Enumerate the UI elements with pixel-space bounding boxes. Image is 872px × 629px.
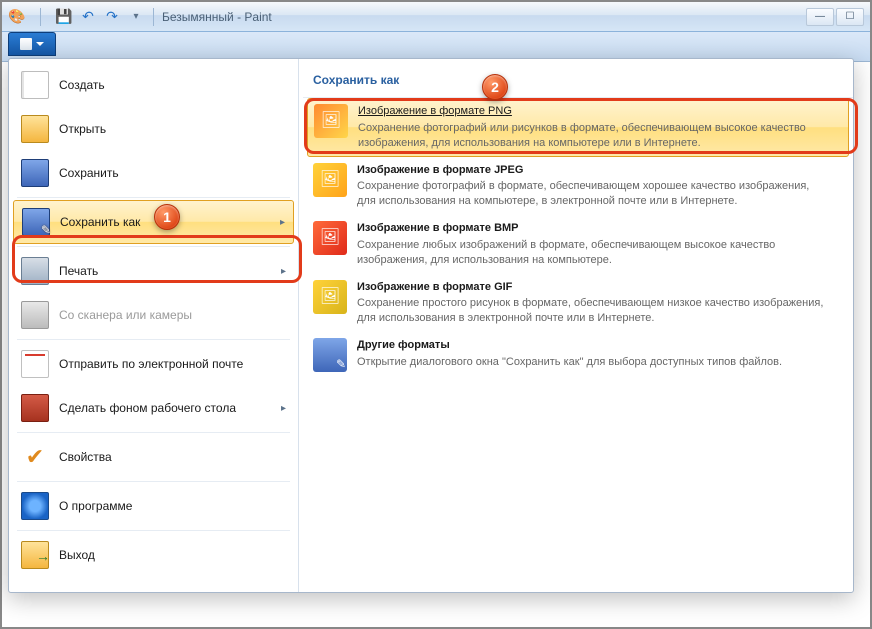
menu-item-about[interactable]: О программе bbox=[9, 484, 298, 528]
menu-divider bbox=[17, 339, 290, 340]
format-desc: Сохранение фотографий или рисунков в фор… bbox=[358, 121, 828, 151]
format-desc: Открытие диалогового окна "Сохранить как… bbox=[357, 355, 782, 370]
undo-icon[interactable]: ↶ bbox=[79, 8, 97, 26]
menu-item-scanner: Со сканера или камеры bbox=[9, 293, 298, 337]
format-option-other[interactable]: Другие форматы Открытие диалогового окна… bbox=[303, 332, 853, 378]
minimize-button[interactable]: — bbox=[806, 8, 834, 26]
menu-item-label: Печать bbox=[59, 264, 98, 278]
menu-item-save[interactable]: Сохранить bbox=[9, 151, 298, 195]
save-as-submenu: Сохранить как 🖼 Изображение в формате PN… bbox=[299, 59, 853, 592]
chevron-right-icon: ▸ bbox=[281, 266, 286, 277]
menu-divider bbox=[17, 481, 290, 482]
menu-item-label: Свойства bbox=[59, 450, 112, 464]
menu-item-properties[interactable]: ✔ Свойства bbox=[9, 435, 298, 479]
format-desc: Сохранение простого рисунок в формате, о… bbox=[357, 296, 827, 326]
format-text: Изображение в формате JPEG Сохранение фо… bbox=[357, 163, 827, 210]
menu-item-label: Сохранить как bbox=[60, 215, 140, 229]
maximize-button[interactable]: ☐ bbox=[836, 8, 864, 26]
printer-icon bbox=[21, 257, 49, 285]
menu-item-exit[interactable]: Выход bbox=[9, 533, 298, 577]
menu-item-label: Сделать фоном рабочего стола bbox=[59, 401, 236, 415]
format-desc: Сохранение фотографий в формате, обеспеч… bbox=[357, 179, 827, 209]
file-menu-panel: Создать Открыть Сохранить Сохранить как … bbox=[8, 58, 854, 593]
format-title: Другие форматы bbox=[357, 338, 782, 353]
file-tab-doc-icon bbox=[20, 38, 32, 50]
save-as-header: Сохранить как bbox=[303, 67, 853, 98]
jpeg-format-icon: 🖼 bbox=[313, 163, 347, 197]
menu-item-print[interactable]: Печать ▸ bbox=[9, 249, 298, 293]
chevron-right-icon: ▸ bbox=[280, 217, 285, 228]
gif-format-icon: 🖼 bbox=[313, 280, 347, 314]
checkmark-icon: ✔ bbox=[21, 443, 49, 471]
format-desc: Сохранение любых изображений в формате, … bbox=[357, 238, 827, 268]
format-title: Изображение в формате BMP bbox=[357, 221, 827, 236]
menu-item-label: Отправить по электронной почте bbox=[59, 357, 243, 371]
menu-divider bbox=[17, 530, 290, 531]
format-option-jpeg[interactable]: 🖼 Изображение в формате JPEG Сохранение … bbox=[303, 157, 853, 216]
chevron-down-icon bbox=[36, 42, 44, 46]
chevron-right-icon: ▸ bbox=[281, 403, 286, 414]
scanner-icon bbox=[21, 301, 49, 329]
menu-item-label: Со сканера или камеры bbox=[59, 308, 192, 322]
format-text: Изображение в формате PNG Сохранение фот… bbox=[358, 104, 828, 151]
menu-divider bbox=[17, 246, 290, 247]
open-folder-icon bbox=[21, 115, 49, 143]
file-tab[interactable] bbox=[8, 32, 56, 56]
menu-item-label: Открыть bbox=[59, 122, 106, 136]
menu-item-open[interactable]: Открыть bbox=[9, 107, 298, 151]
envelope-icon bbox=[21, 350, 49, 378]
menu-item-label: Сохранить bbox=[59, 166, 119, 180]
title-bar: 🎨 💾 ↶ ↷ ▾ Безымянный - Paint — ☐ bbox=[2, 2, 870, 32]
bmp-format-icon: 🖼 bbox=[313, 221, 347, 255]
window-title: Безымянный - Paint bbox=[162, 10, 272, 24]
quick-access-toolbar: 🎨 💾 ↶ ↷ ▾ bbox=[8, 8, 145, 26]
format-text: Другие форматы Открытие диалогового окна… bbox=[357, 338, 782, 372]
annotation-badge-2: 2 bbox=[482, 74, 508, 100]
window-controls: — ☐ bbox=[804, 8, 864, 26]
format-option-gif[interactable]: 🖼 Изображение в формате GIF Сохранение п… bbox=[303, 274, 853, 333]
info-icon bbox=[21, 492, 49, 520]
other-formats-icon bbox=[313, 338, 347, 372]
save-disk-icon bbox=[21, 159, 49, 187]
menu-item-send-email[interactable]: Отправить по электронной почте bbox=[9, 342, 298, 386]
menu-divider bbox=[17, 432, 290, 433]
format-text: Изображение в формате GIF Сохранение про… bbox=[357, 280, 827, 327]
png-format-icon: 🖼 bbox=[314, 104, 348, 138]
save-as-icon bbox=[22, 208, 50, 236]
file-menu-list: Создать Открыть Сохранить Сохранить как … bbox=[9, 59, 299, 592]
menu-item-set-desktop-bg[interactable]: Сделать фоном рабочего стола ▸ bbox=[9, 386, 298, 430]
qat-customize-icon[interactable]: ▾ bbox=[127, 8, 145, 26]
format-title: Изображение в формате PNG bbox=[358, 104, 828, 119]
format-text: Изображение в формате BMP Сохранение люб… bbox=[357, 221, 827, 268]
format-option-png[interactable]: 🖼 Изображение в формате PNG Сохранение ф… bbox=[307, 98, 849, 157]
menu-item-label: Создать bbox=[59, 78, 105, 92]
menu-item-save-as[interactable]: Сохранить как ▸ bbox=[13, 200, 294, 244]
title-separator bbox=[153, 8, 154, 26]
paint-app-icon: 🎨 bbox=[8, 8, 26, 26]
redo-icon[interactable]: ↷ bbox=[103, 8, 121, 26]
menu-item-label: Выход bbox=[59, 548, 95, 562]
format-title: Изображение в формате GIF bbox=[357, 280, 827, 295]
annotation-badge-1: 1 bbox=[154, 204, 180, 230]
qat-separator bbox=[40, 8, 41, 26]
menu-divider bbox=[17, 197, 290, 198]
desktop-bg-icon bbox=[21, 394, 49, 422]
save-icon[interactable]: 💾 bbox=[55, 8, 73, 26]
menu-item-new[interactable]: Создать bbox=[9, 63, 298, 107]
menu-item-label: О программе bbox=[59, 499, 132, 513]
exit-icon bbox=[21, 541, 49, 569]
format-option-bmp[interactable]: 🖼 Изображение в формате BMP Сохранение л… bbox=[303, 215, 853, 274]
new-file-icon bbox=[21, 71, 49, 99]
format-title: Изображение в формате JPEG bbox=[357, 163, 827, 178]
